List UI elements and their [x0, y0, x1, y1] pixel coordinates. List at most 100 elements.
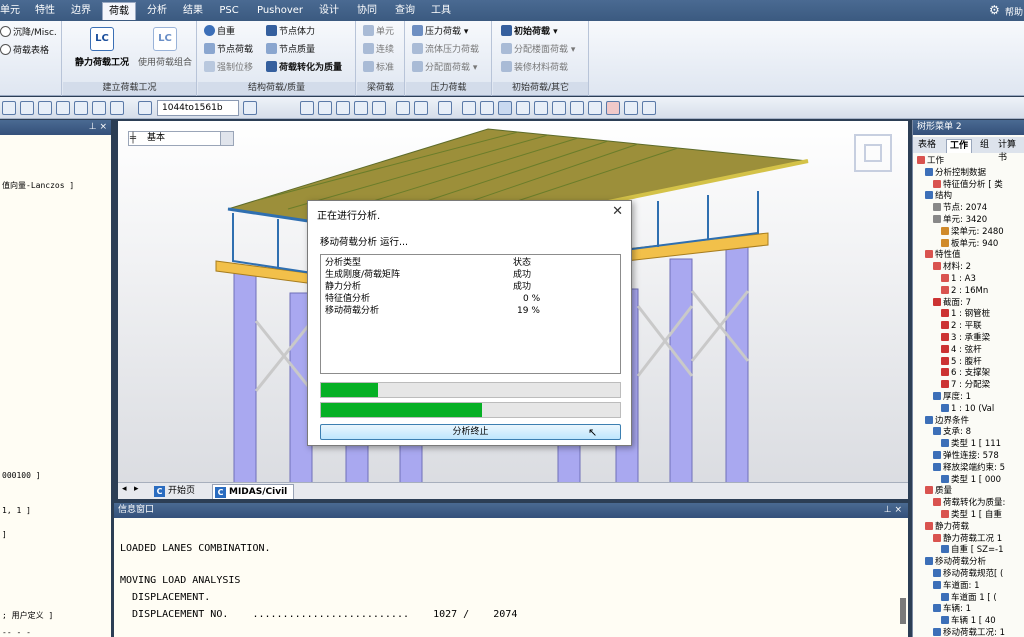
menu-tab-collab[interactable]: 协同 [352, 2, 382, 20]
stop-analysis-button[interactable]: 分析终止 [320, 424, 621, 440]
load-tables-button[interactable]: 荷载表格 [0, 44, 49, 59]
tree-node[interactable]: 特征值分析 [ 类 [933, 179, 1003, 191]
tree-tab-tables[interactable]: 表格 [915, 139, 939, 153]
toolbar-select-icon[interactable] [2, 101, 16, 115]
tree-node[interactable]: 梁单元: 2480 [941, 226, 1004, 238]
menu-tab-element[interactable]: 单元 [0, 2, 26, 20]
tree-node[interactable]: 4 : 弦杆 [941, 344, 982, 356]
toolbar-hidden-icon[interactable] [624, 101, 638, 115]
info-scrollbar[interactable] [900, 598, 906, 624]
toolbar-filter-icon[interactable] [243, 101, 257, 115]
tree-node[interactable]: 类型 1 [ 自重 [941, 510, 1002, 521]
tree-node[interactable]: 类型 1 [ 111 [941, 439, 1001, 450]
pressure-load-button[interactable]: 压力荷载 ▾ [412, 25, 468, 40]
toolbar-unselect-icon[interactable] [20, 101, 34, 115]
toolbar-mirror-icon[interactable] [372, 101, 386, 115]
self-weight-button[interactable]: 自重 [204, 25, 235, 40]
tree-node[interactable]: 2 : 平联 [941, 321, 982, 332]
tree-node[interactable]: 3 : 承重梁 [941, 333, 990, 344]
tree-node[interactable]: 材料: 2 [933, 262, 971, 273]
toolbar-check-icon[interactable] [480, 101, 494, 115]
tree-node[interactable]: 车道面 1 [ ( [941, 592, 997, 604]
tree-node[interactable]: 移动荷载规范[ ( [933, 569, 1003, 580]
menu-tab-tools[interactable]: 工具 [426, 2, 456, 20]
tree-tab-group[interactable]: 组 [977, 139, 992, 153]
tree-node[interactable]: 质量 [925, 486, 952, 497]
toolbar-previous-icon[interactable] [38, 101, 52, 115]
tree-node[interactable]: 1 : 钢管桩 [941, 309, 990, 320]
tree-node[interactable]: 分析控制数据 [925, 167, 986, 179]
tree-node[interactable]: 类型 1 [ 000 [941, 474, 1001, 486]
nodal-body-force-button[interactable]: 节点体力 [266, 25, 315, 40]
tree-tab-report[interactable]: 计算书 [995, 139, 1024, 163]
toolbar-pan-icon[interactable] [588, 101, 602, 115]
assign-floor-load2-button[interactable]: 分配楼面荷载 ▾ [501, 43, 575, 58]
tab-midas-civil[interactable]: C MIDAS/Civil [212, 484, 295, 499]
tree-node[interactable]: 节点: 2074 [933, 203, 987, 214]
toolbar-view-iso-icon[interactable] [552, 101, 566, 115]
tree-node[interactable]: 弹性连接: 578 [933, 451, 999, 462]
menu-tab-design[interactable]: 设计 [314, 2, 344, 20]
toolbar-extrude-icon[interactable] [438, 101, 452, 115]
tree-node[interactable]: 静力荷载 [925, 521, 969, 533]
toolbar-merge-icon[interactable] [414, 101, 428, 115]
toolbar-render-icon[interactable] [606, 101, 620, 115]
toolbar-element-icon[interactable] [74, 101, 88, 115]
hydrostatic-pressure-button[interactable]: 流体压力荷载 [412, 43, 479, 58]
tree-node[interactable]: 2 : 16Mn [941, 285, 988, 297]
tree-node[interactable]: 结构 [925, 191, 952, 202]
tree-node[interactable]: 板单元: 940 [941, 238, 998, 250]
tree-node[interactable]: 释放梁端约束: 5 [933, 462, 1005, 474]
toolbar-window-icon[interactable] [92, 101, 106, 115]
toolbar-rotate-icon[interactable] [354, 101, 368, 115]
tree-node[interactable]: 单元: 3420 [933, 215, 987, 226]
finishing-material-button[interactable]: 装修材料荷载 [501, 61, 568, 76]
tree-node[interactable]: 1 : A3 [941, 274, 976, 285]
toolbar-view-top-icon[interactable] [516, 101, 530, 115]
toolbar-polygon-icon[interactable] [110, 101, 124, 115]
dropdown-arrow-icon[interactable] [220, 132, 233, 145]
toolbar-intersect-icon[interactable] [462, 101, 476, 115]
tree-node[interactable]: 车辆 1 [ 40 [941, 616, 996, 627]
menu-tab-analysis[interactable]: 分析 [142, 2, 172, 20]
settlement-misc-button[interactable]: 沉降/Misc. [0, 26, 57, 41]
tree-node[interactable]: 支承: 8 [933, 427, 971, 438]
forced-displacement-button[interactable]: 强制位移 [204, 61, 253, 76]
toolbar-zoom-icon[interactable] [570, 101, 584, 115]
nodal-mass-button[interactable]: 节点质量 [266, 43, 315, 58]
toolbar-lock-icon[interactable] [642, 101, 656, 115]
menu-tab-boundary[interactable]: 边界 [66, 2, 96, 20]
menu-tab-property[interactable]: 特性 [30, 2, 60, 20]
menu-tab-pushover[interactable]: Pushover [252, 2, 308, 20]
pin-icon[interactable]: ⊥ × [89, 122, 107, 132]
initial-load-button[interactable]: 初始荷载 ▾ [501, 25, 558, 40]
toolbar-pointer-icon[interactable] [138, 101, 152, 115]
menu-tab-psc[interactable]: PSC [214, 2, 244, 20]
tab-start-page[interactable]: C 开始页 [152, 484, 201, 499]
toolbar-view-side-icon[interactable] [534, 101, 548, 115]
settings-gear-icon[interactable]: ⚙ [989, 3, 1000, 17]
assign-floor-load-button[interactable]: 分配面荷载 ▾ [412, 61, 477, 76]
tree-node[interactable]: 车道面: 1 [933, 580, 979, 592]
tree-node[interactable]: 边界条件 [925, 415, 969, 427]
toolbar-node-icon[interactable] [56, 101, 70, 115]
tree-node[interactable]: 车辆: 1 [933, 604, 971, 615]
toolbar-view-front-icon[interactable] [498, 101, 512, 115]
menu-tab-results[interactable]: 结果 [178, 2, 208, 20]
tree-node[interactable]: 5 : 腹杆 [941, 356, 982, 368]
tab-scroll-right-icon[interactable]: ▸ [134, 484, 139, 494]
tab-scroll-left-icon[interactable]: ◂ [122, 484, 127, 494]
tree-node[interactable]: 荷载转化为质量: [933, 498, 1005, 509]
tree-node[interactable]: 厚度: 1 [933, 392, 971, 403]
toolbar-move-icon[interactable] [300, 101, 314, 115]
tree-node[interactable]: 自重 [ SZ=-1 [941, 545, 1004, 556]
beam-continuous-load-button[interactable]: 连续 [363, 43, 394, 58]
tree-node[interactable]: 工作 [917, 156, 944, 167]
static-load-case-button[interactable]: LC 静力荷载工况 [67, 27, 137, 68]
help-menu[interactable]: 帮助 [1005, 5, 1023, 18]
selection-combo[interactable]: 1044to1561b [157, 100, 239, 116]
tree-tab-works[interactable]: 工作 [946, 139, 973, 153]
tree-node[interactable]: 移动荷载工况: 1 [933, 628, 1005, 637]
tree-node[interactable]: 移动荷载分析 [925, 557, 986, 568]
nodal-load-button[interactable]: 节点荷载 [204, 43, 253, 58]
